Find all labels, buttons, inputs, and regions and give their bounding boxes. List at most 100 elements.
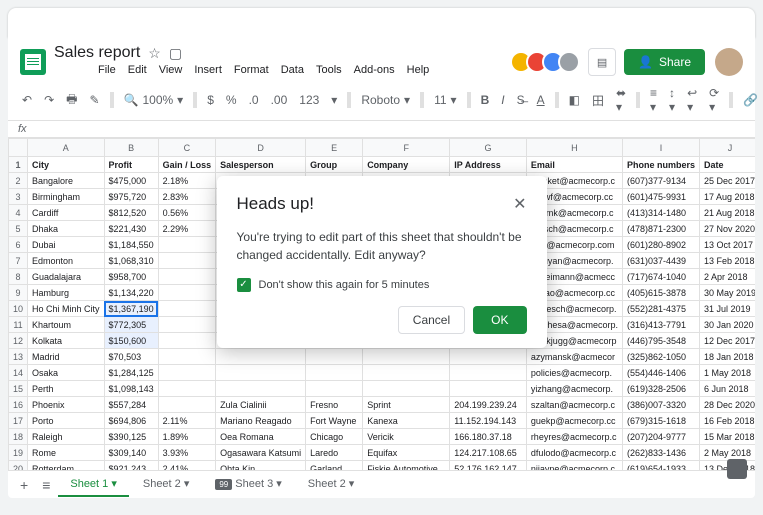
- share-button[interactable]: 👤 Share: [624, 49, 705, 75]
- document-title[interactable]: Sales report: [54, 44, 140, 62]
- cell[interactable]: $1,284,125: [104, 365, 158, 381]
- cell[interactable]: Fresno: [306, 397, 363, 413]
- cell[interactable]: 2.83%: [158, 189, 216, 205]
- menu-data[interactable]: Data: [281, 64, 304, 76]
- cell[interactable]: [450, 381, 527, 397]
- cell[interactable]: 2.11%: [158, 413, 216, 429]
- cell[interactable]: (631)037-4439: [623, 253, 700, 269]
- cell[interactable]: Chicago: [306, 429, 363, 445]
- cell[interactable]: (207)204-9777: [623, 429, 700, 445]
- cell[interactable]: 17 Aug 2018: [700, 189, 755, 205]
- valign-icon[interactable]: ↕ ▾: [667, 84, 677, 116]
- cell[interactable]: Oea Romana: [216, 429, 306, 445]
- dont-show-checkbox[interactable]: ✓: [237, 278, 251, 292]
- cell[interactable]: Dubai: [28, 237, 105, 253]
- cell[interactable]: policies@acmecorp.: [526, 365, 622, 381]
- row-header[interactable]: 10: [9, 301, 28, 317]
- cell[interactable]: [158, 237, 216, 253]
- column-header[interactable]: C: [158, 139, 216, 157]
- cell[interactable]: (607)377-9134: [623, 173, 700, 189]
- cell[interactable]: 166.180.37.18: [450, 429, 527, 445]
- cell[interactable]: [158, 381, 216, 397]
- cell[interactable]: yizhang@acmecorp.: [526, 381, 622, 397]
- column-header[interactable]: I: [623, 139, 700, 157]
- cell[interactable]: Rome: [28, 445, 105, 461]
- cell[interactable]: (386)007-3320: [623, 397, 700, 413]
- cell[interactable]: 1 May 2018: [700, 365, 755, 381]
- header-cell[interactable]: City: [28, 157, 105, 173]
- cell[interactable]: azymansk@acmecor: [526, 349, 622, 365]
- cell[interactable]: $150,600: [104, 333, 158, 349]
- cell[interactable]: Mariano Reagado: [216, 413, 306, 429]
- header-cell[interactable]: Group: [306, 157, 363, 173]
- cell[interactable]: $921,243: [104, 461, 158, 471]
- cell[interactable]: $309,140: [104, 445, 158, 461]
- cell[interactable]: [363, 381, 450, 397]
- cell[interactable]: Rotterdam: [28, 461, 105, 471]
- percent-icon[interactable]: %: [224, 91, 239, 109]
- sheet-tab[interactable]: 99Sheet 3 ▾: [203, 472, 293, 497]
- column-header[interactable]: D: [216, 139, 306, 157]
- column-header[interactable]: A: [28, 139, 105, 157]
- cell[interactable]: Birmingham: [28, 189, 105, 205]
- column-header[interactable]: [9, 139, 28, 157]
- cell[interactable]: Fort Wayne: [306, 413, 363, 429]
- link-icon[interactable]: 🔗: [741, 91, 760, 109]
- header-cell[interactable]: Date: [700, 157, 755, 173]
- cell[interactable]: Edmonton: [28, 253, 105, 269]
- row-header[interactable]: 8: [9, 269, 28, 285]
- cell[interactable]: (619)328-2506: [623, 381, 700, 397]
- cell[interactable]: (552)281-4375: [623, 301, 700, 317]
- cell[interactable]: $694,806: [104, 413, 158, 429]
- header-cell[interactable]: Profit: [104, 157, 158, 173]
- cell[interactable]: dfulodo@acmecorp.c: [526, 445, 622, 461]
- cell[interactable]: Phoenix: [28, 397, 105, 413]
- cell[interactable]: 2 Apr 2018: [700, 269, 755, 285]
- cell[interactable]: (601)475-9931: [623, 189, 700, 205]
- cell[interactable]: (405)615-3878: [623, 285, 700, 301]
- cancel-button[interactable]: Cancel: [398, 306, 465, 334]
- cell[interactable]: Kolkata: [28, 333, 105, 349]
- bold-icon[interactable]: B: [479, 91, 492, 109]
- cell[interactable]: [158, 253, 216, 269]
- row-header[interactable]: 16: [9, 397, 28, 413]
- cell[interactable]: $1,367,190: [104, 301, 158, 317]
- cell[interactable]: (325)862-1050: [623, 349, 700, 365]
- cell[interactable]: $975,720: [104, 189, 158, 205]
- cell[interactable]: 0.56%: [158, 205, 216, 221]
- cell[interactable]: (601)280-8902: [623, 237, 700, 253]
- cell[interactable]: 1.89%: [158, 429, 216, 445]
- borders-icon[interactable]: 田: [590, 90, 606, 111]
- menu-view[interactable]: View: [159, 64, 183, 76]
- cell[interactable]: $390,125: [104, 429, 158, 445]
- move-icon[interactable]: ▢: [169, 45, 182, 62]
- cell[interactable]: $557,284: [104, 397, 158, 413]
- row-header[interactable]: 15: [9, 381, 28, 397]
- cell[interactable]: $772,305: [104, 317, 158, 333]
- row-header[interactable]: 7: [9, 253, 28, 269]
- cell[interactable]: (619)654-1933: [623, 461, 700, 471]
- cell[interactable]: [158, 269, 216, 285]
- undo-icon[interactable]: ↶: [20, 91, 34, 109]
- menu-tools[interactable]: Tools: [316, 64, 342, 76]
- sheet-tab[interactable]: Sheet 1 ▾: [58, 472, 129, 497]
- cell[interactable]: [158, 317, 216, 333]
- browser-tab[interactable]: [8, 8, 755, 38]
- number-format-select[interactable]: 123: [297, 91, 321, 109]
- cell[interactable]: 204.199.239.24: [450, 397, 527, 413]
- column-header[interactable]: G: [450, 139, 527, 157]
- cell[interactable]: [306, 365, 363, 381]
- decrease-decimal-icon[interactable]: .0: [247, 91, 261, 109]
- collaborator-avatars[interactable]: [516, 51, 580, 73]
- close-icon[interactable]: ✕: [513, 194, 526, 214]
- cell[interactable]: 2.41%: [158, 461, 216, 471]
- menu-help[interactable]: Help: [407, 64, 430, 76]
- menu-edit[interactable]: Edit: [128, 64, 147, 76]
- cell[interactable]: $1,184,550: [104, 237, 158, 253]
- header-cell[interactable]: Gain / Loss: [158, 157, 216, 173]
- header-cell[interactable]: Phone numbers: [623, 157, 700, 173]
- cell[interactable]: [158, 349, 216, 365]
- zoom-select[interactable]: 🔍 100% ▾: [122, 91, 186, 109]
- cell[interactable]: $812,520: [104, 205, 158, 221]
- fill-color-icon[interactable]: ◧: [567, 91, 582, 109]
